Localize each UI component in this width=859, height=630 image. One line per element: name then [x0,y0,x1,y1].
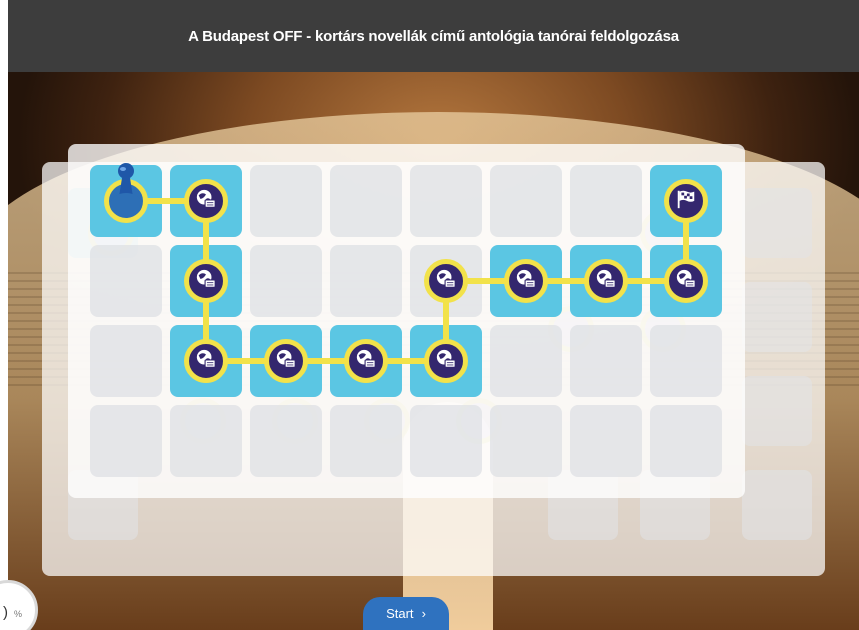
task-node[interactable] [504,259,548,303]
board-cell-empty [330,405,402,477]
globe-book-icon [675,268,697,295]
globe-book-icon [195,268,217,295]
board-cell-empty [90,325,162,397]
task-node[interactable] [664,259,708,303]
ghost-cell [742,188,812,258]
progress-unit: % [14,609,23,619]
board-cell-empty [650,325,722,397]
globe-book-icon [435,268,457,295]
board-cell-empty [330,245,402,317]
chevron-right-icon: › [421,606,426,621]
ghost-cell [742,376,812,446]
ghost-cell [742,470,812,540]
board-cell-empty [570,325,642,397]
page-title: A Budapest OFF - kortárs novellák című a… [188,27,679,45]
task-node[interactable] [264,339,308,383]
board-cell-empty [490,325,562,397]
task-node[interactable] [184,179,228,223]
board-cell-empty [170,405,242,477]
globe-book-icon [275,348,297,375]
task-node[interactable] [184,259,228,303]
ghost-cell [742,282,812,352]
title-bar: A Budapest OFF - kortárs novellák című a… [8,0,859,72]
globe-book-icon [195,188,217,215]
globe-book-icon [195,348,217,375]
board-cell-empty [570,405,642,477]
board-cell-empty [90,245,162,317]
board-cell-empty [250,165,322,237]
task-node[interactable] [424,339,468,383]
finish-node[interactable] [664,179,708,223]
board-cell-empty [570,165,642,237]
progress-value: ) [3,604,8,621]
task-node[interactable] [584,259,628,303]
pawn-icon [108,161,144,224]
task-node[interactable] [184,339,228,383]
task-node[interactable] [424,259,468,303]
board-cell-empty [250,405,322,477]
checkered-flag-icon [675,188,697,215]
start-button-label: Start [386,606,414,621]
globe-book-icon [595,268,617,295]
globe-book-icon [435,348,457,375]
board-cell-empty [330,165,402,237]
board-cell-empty [410,165,482,237]
board-cell-empty [650,405,722,477]
board-cell-empty [490,405,562,477]
board-cell-empty [410,405,482,477]
start-button[interactable]: Start › [363,597,449,630]
task-node[interactable] [344,339,388,383]
board-cell-empty [250,245,322,317]
globe-book-icon [515,268,537,295]
globe-book-icon [355,348,377,375]
board-cell-empty [490,165,562,237]
board-cell-empty [90,405,162,477]
